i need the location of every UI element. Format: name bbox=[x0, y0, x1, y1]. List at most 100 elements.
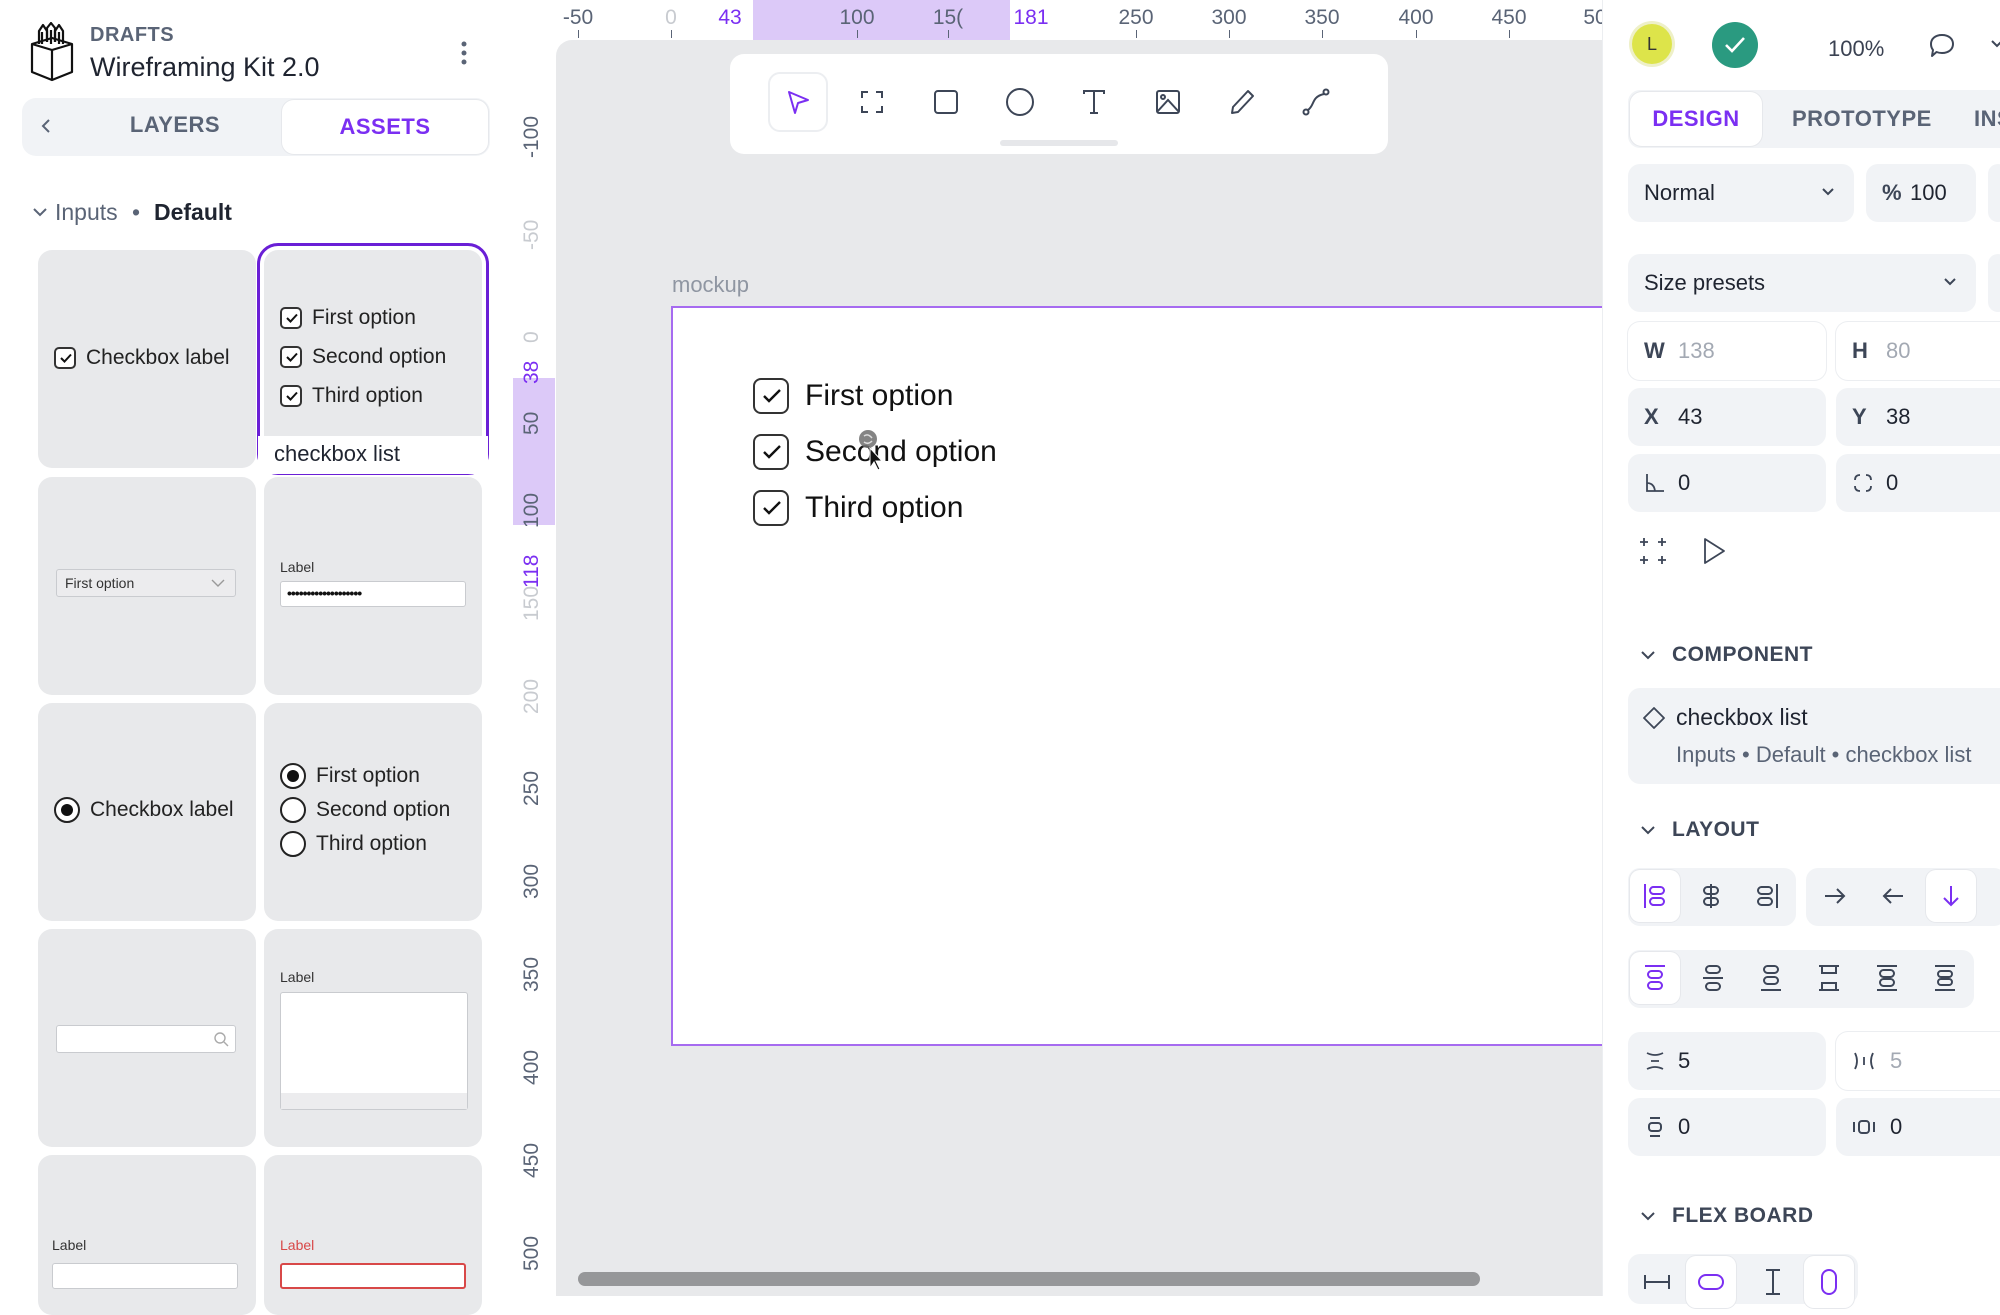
board-checkbox-row[interactable]: Third option bbox=[753, 490, 963, 527]
tab-design[interactable]: DESIGN bbox=[1630, 92, 1762, 146]
justify-start-icon bbox=[1642, 963, 1668, 993]
justify-center-button[interactable] bbox=[1688, 952, 1738, 1004]
asset-card-password[interactable]: Label ••••••••••••••••••• bbox=[264, 477, 482, 695]
canvas-horizontal-scrollbar[interactable] bbox=[578, 1272, 1480, 1286]
y-position-input[interactable]: Y 38 bbox=[1836, 388, 2000, 446]
fixed-height-button[interactable] bbox=[1748, 1256, 1798, 1308]
ruler-tick-label: 250 bbox=[520, 770, 543, 806]
flex-board-section-header[interactable]: FLEX BOARD bbox=[1640, 1204, 1814, 1228]
user-avatar[interactable]: L bbox=[1632, 24, 1672, 64]
asset-card-radio[interactable]: Checkbox label bbox=[38, 703, 256, 921]
asset-card-search[interactable] bbox=[38, 929, 256, 1147]
radius-input[interactable]: 0 bbox=[1836, 454, 2000, 512]
justify-start-button[interactable] bbox=[1630, 952, 1680, 1004]
tab-layers[interactable]: LAYERS bbox=[70, 112, 280, 138]
comment-icon[interactable] bbox=[1928, 32, 1956, 60]
tab-inspect[interactable]: INS bbox=[1974, 106, 2000, 132]
vertical-padding-input[interactable]: 0 bbox=[1628, 1098, 1826, 1156]
chevron-down-icon[interactable] bbox=[1990, 38, 2000, 50]
asset-card-textarea[interactable]: Label bbox=[264, 929, 482, 1147]
justify-space-between-button[interactable] bbox=[1804, 952, 1854, 1004]
align-center-button[interactable] bbox=[1686, 870, 1736, 922]
width-label: W bbox=[1644, 338, 1665, 363]
align-end-button[interactable] bbox=[1742, 870, 1792, 922]
direction-row-button[interactable] bbox=[1810, 870, 1860, 922]
tool-board[interactable] bbox=[842, 72, 902, 132]
height-label: H bbox=[1852, 338, 1868, 363]
tab-prototype[interactable]: PROTOTYPE bbox=[1792, 106, 1932, 132]
x-position-input[interactable]: X 43 bbox=[1628, 388, 1826, 446]
opacity-input[interactable]: % 100 bbox=[1866, 164, 1976, 222]
more-options-icon[interactable] bbox=[452, 38, 476, 68]
board-checkbox-row[interactable]: First option bbox=[753, 378, 953, 415]
asset-card-checkbox-list[interactable]: First option Second option Third option … bbox=[257, 243, 489, 475]
layout-section-header[interactable]: LAYOUT bbox=[1640, 818, 1759, 842]
size-presets-select[interactable]: Size presets bbox=[1628, 254, 1976, 312]
width-input[interactable]: W 138 bbox=[1628, 322, 1826, 380]
asset-card-radio-list[interactable]: First option Second option Third option bbox=[264, 703, 482, 921]
rotation-input[interactable]: 0 bbox=[1628, 454, 1826, 512]
auto-width-button[interactable] bbox=[1686, 1256, 1736, 1308]
asset-card-select[interactable]: First option bbox=[38, 477, 256, 695]
text-icon bbox=[1081, 88, 1107, 116]
direction-column-button[interactable] bbox=[1926, 870, 1976, 922]
sync-status-badge[interactable] bbox=[1712, 22, 1758, 68]
component-section-header[interactable]: COMPONENT bbox=[1640, 643, 1813, 667]
mockup-board[interactable]: First option Second option Third option bbox=[671, 306, 1602, 1046]
ruler-tick-label: 181 bbox=[1013, 6, 1049, 29]
asset-radio-list-row: Second option bbox=[280, 797, 450, 823]
tool-path[interactable] bbox=[1286, 72, 1346, 132]
tool-move[interactable] bbox=[768, 72, 828, 132]
ruler-tick-label: 300 bbox=[1211, 6, 1247, 29]
arrow-down-icon bbox=[1941, 884, 1961, 908]
justify-content-group bbox=[1628, 950, 1974, 1008]
tool-rectangle[interactable] bbox=[916, 72, 976, 132]
project-title[interactable]: Wireframing Kit 2.0 bbox=[90, 52, 320, 83]
ruler-tick-label: 350 bbox=[520, 956, 543, 992]
auto-height-button[interactable] bbox=[1804, 1256, 1854, 1308]
justify-space-evenly-button[interactable] bbox=[1920, 952, 1970, 1004]
horizontal-padding-icon bbox=[1852, 1116, 1876, 1138]
asset-card-checkbox[interactable]: Checkbox label bbox=[38, 250, 256, 468]
horizontal-padding-input[interactable]: 0 bbox=[1836, 1098, 2000, 1156]
component-path: Inputs • Default • checkbox list bbox=[1676, 742, 1972, 767]
tab-assets[interactable]: ASSETS bbox=[282, 100, 488, 154]
justify-space-around-button[interactable] bbox=[1862, 952, 1912, 1004]
height-input[interactable]: H 80 bbox=[1836, 322, 2000, 380]
mini-search-input bbox=[56, 1025, 236, 1053]
component-name: checkbox list bbox=[1676, 704, 1808, 730]
tool-pencil[interactable] bbox=[1212, 72, 1272, 132]
visibility-toggle[interactable] bbox=[1988, 164, 2000, 222]
zoom-level[interactable]: 100% bbox=[1828, 36, 1884, 62]
fixed-width-button[interactable] bbox=[1632, 1256, 1682, 1308]
group-sub[interactable]: Default bbox=[154, 199, 232, 226]
column-gap-input[interactable]: 5 bbox=[1836, 1032, 2000, 1090]
row-gap-input[interactable]: 5 bbox=[1628, 1032, 1826, 1090]
option-label: Second option bbox=[316, 798, 451, 821]
ruler-tick-mark bbox=[1322, 30, 1323, 38]
component-card[interactable] bbox=[1628, 688, 2000, 784]
asset-card-text-input-error[interactable]: Label bbox=[264, 1155, 482, 1315]
group-chevron-down-icon[interactable] bbox=[32, 204, 48, 220]
checkbox-checked-icon bbox=[753, 378, 789, 415]
fit-content-icon[interactable] bbox=[1638, 536, 1668, 566]
tool-text[interactable] bbox=[1064, 72, 1124, 132]
play-prototype-icon[interactable] bbox=[1700, 536, 1728, 566]
drafts-label: DRAFTS bbox=[90, 24, 175, 46]
asset-checkbox-label: Checkbox label bbox=[86, 346, 230, 370]
blend-mode-select[interactable]: Normal bbox=[1628, 164, 1854, 222]
orientation-toggle[interactable] bbox=[1988, 254, 2000, 312]
tool-ellipse[interactable] bbox=[990, 72, 1050, 132]
group-name[interactable]: Inputs bbox=[55, 199, 118, 226]
align-left-icon bbox=[1642, 882, 1668, 910]
asset-card-text-input[interactable]: Label bbox=[38, 1155, 256, 1315]
board-name-label[interactable]: mockup bbox=[672, 272, 749, 298]
asset-radio-list-row: Third option bbox=[280, 831, 427, 857]
ruler-tick-label: 400 bbox=[520, 1049, 543, 1085]
toolbar-drag-handle[interactable] bbox=[1000, 140, 1118, 146]
align-start-button[interactable] bbox=[1630, 870, 1680, 922]
direction-row-reverse-button[interactable] bbox=[1868, 870, 1918, 922]
back-chevron-icon[interactable] bbox=[36, 112, 60, 140]
tool-image[interactable] bbox=[1138, 72, 1198, 132]
justify-end-button[interactable] bbox=[1746, 952, 1796, 1004]
